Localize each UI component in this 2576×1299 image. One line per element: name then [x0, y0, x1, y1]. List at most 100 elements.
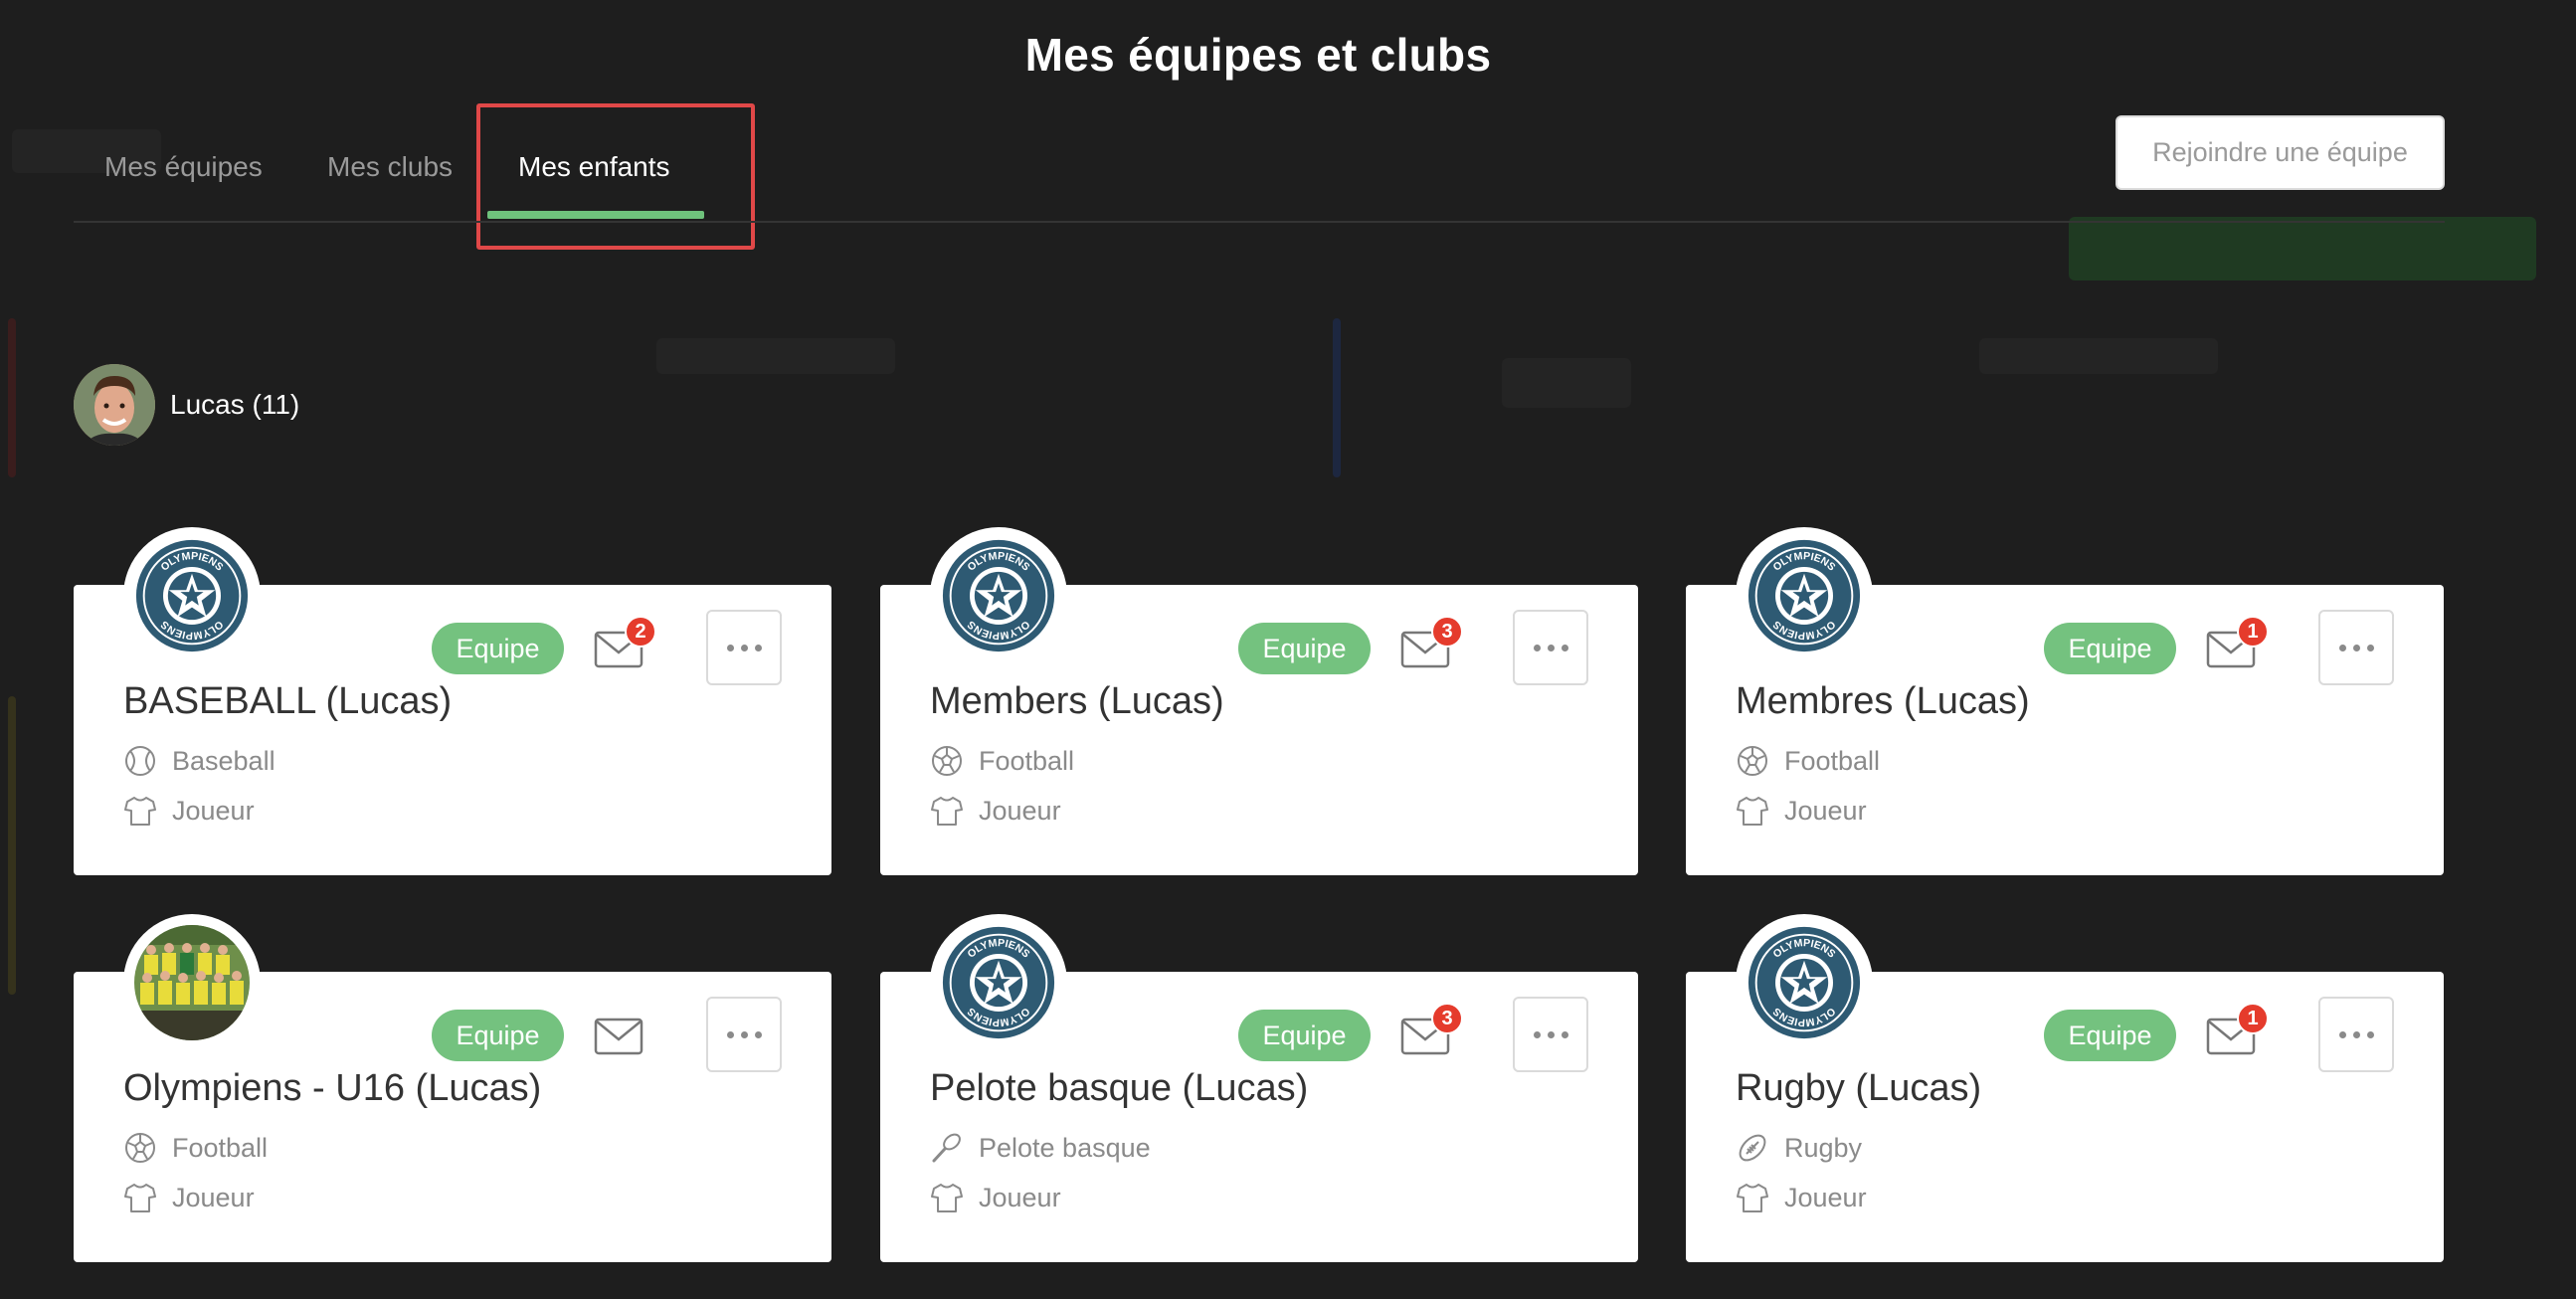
team-logo: OLYMPIENS OLYMPIENS	[930, 527, 1067, 664]
team-card[interactable]: OLYMPIENS OLYMPIENS Equipe 2 BASEBALL (L…	[74, 527, 831, 875]
team-type-badge: Equipe	[2044, 1010, 2176, 1061]
team-logo: OLYMPIENS OLYMPIENS	[123, 527, 261, 664]
mail-icon	[594, 1018, 644, 1055]
role-label: Joueur	[172, 1182, 255, 1212]
team-role: Joueur	[123, 794, 255, 828]
unread-count-badge: 2	[625, 616, 656, 648]
messages-button[interactable]: 3	[1399, 616, 1463, 672]
more-dot	[2352, 1030, 2360, 1038]
messages-button[interactable]: 1	[2205, 616, 2269, 672]
team-logo: OLYMPIENS OLYMPIENS	[1736, 914, 1873, 1051]
more-dot	[2338, 1030, 2346, 1038]
team-card[interactable]: Equipe Olympiens - U16 (Lucas) Football …	[74, 914, 831, 1262]
team-sport: Pelote basque	[930, 1131, 1151, 1165]
more-dot	[1561, 644, 1568, 651]
team-sport: Football	[123, 1131, 268, 1165]
more-dot	[726, 644, 734, 651]
tab-divider	[74, 221, 2445, 223]
messages-button[interactable]: 3	[1399, 1003, 1463, 1059]
more-options-button[interactable]	[1513, 610, 1588, 685]
child-selector[interactable]: Lucas (11)	[74, 364, 299, 446]
messages-button[interactable]: 2	[593, 616, 656, 672]
jersey-icon	[931, 797, 963, 826]
unread-count-badge: 3	[1431, 1003, 1463, 1034]
sport-label: Football	[979, 745, 1075, 776]
tab-mes-clubs[interactable]: Mes clubs	[327, 151, 453, 183]
baseball-icon	[125, 746, 155, 776]
role-label: Joueur	[979, 795, 1061, 826]
unread-count-badge: 3	[1431, 616, 1463, 648]
sport-label: Baseball	[172, 745, 276, 776]
more-dot	[2352, 644, 2360, 651]
more-dot	[1533, 644, 1541, 651]
team-role: Joueur	[930, 1181, 1061, 1214]
more-dot	[1533, 1030, 1541, 1038]
team-name: Members (Lucas)	[930, 680, 1224, 722]
team-card[interactable]: OLYMPIENS OLYMPIENS Equipe 1 Membres (Lu…	[1686, 527, 2444, 875]
olympiens-logo-icon: OLYMPIENS OLYMPIENS	[1748, 926, 1861, 1039]
more-dot	[1561, 1030, 1568, 1038]
join-team-button[interactable]: Rejoindre une équipe	[2116, 115, 2445, 190]
team-role: Joueur	[930, 794, 1061, 828]
team-sport: Rugby	[1736, 1131, 1862, 1165]
team-sport: Football	[930, 744, 1074, 778]
role-label: Joueur	[1784, 795, 1867, 826]
team-role: Joueur	[1736, 794, 1867, 828]
team-name: BASEBALL (Lucas)	[123, 680, 453, 722]
more-dot	[740, 644, 748, 651]
role-label: Joueur	[172, 795, 255, 826]
role-label: Joueur	[979, 1182, 1061, 1212]
team-logo	[123, 914, 261, 1051]
sport-label: Football	[1784, 745, 1881, 776]
role-label: Joueur	[1784, 1182, 1867, 1212]
pelota-icon	[932, 1133, 961, 1163]
team-name: Rugby (Lucas)	[1736, 1067, 1982, 1109]
more-options-button[interactable]	[2318, 610, 2394, 685]
team-name: Pelote basque (Lucas)	[930, 1067, 1309, 1109]
sport-label: Pelote basque	[979, 1132, 1151, 1163]
more-dot	[2366, 1030, 2374, 1038]
team-role: Joueur	[1736, 1181, 1867, 1214]
team-type-badge: Equipe	[432, 1010, 564, 1061]
rugby-icon	[1739, 1134, 1766, 1162]
page-title: Mes équipes et clubs	[1024, 29, 1492, 81]
olympiens-logo-icon: OLYMPIENS OLYMPIENS	[942, 926, 1055, 1039]
unread-count-badge: 1	[2237, 1003, 2269, 1034]
tab-mes-enfants[interactable]: Mes enfants	[518, 151, 670, 183]
jersey-icon	[124, 1184, 156, 1212]
more-options-button[interactable]	[1513, 997, 1588, 1072]
unread-count-badge: 1	[2237, 616, 2269, 648]
messages-button[interactable]: 1	[2205, 1003, 2269, 1059]
team-card[interactable]: OLYMPIENS OLYMPIENS Equipe 1 Rugby (Luca…	[1686, 914, 2444, 1262]
team-sport: Football	[1736, 744, 1880, 778]
team-logo: OLYMPIENS OLYMPIENS	[930, 914, 1067, 1051]
olympiens-logo-icon: OLYMPIENS OLYMPIENS	[942, 539, 1055, 652]
active-tab-indicator	[487, 211, 704, 219]
more-options-button[interactable]	[706, 610, 782, 685]
team-logo: OLYMPIENS OLYMPIENS	[1736, 527, 1873, 664]
more-options-button[interactable]	[706, 997, 782, 1072]
jersey-icon	[1737, 1184, 1768, 1212]
tab-mes-equipes[interactable]: Mes équipes	[104, 151, 263, 183]
more-dot	[754, 1030, 762, 1038]
olympiens-logo-icon: OLYMPIENS OLYMPIENS	[135, 539, 249, 652]
team-type-badge: Equipe	[1238, 623, 1371, 674]
more-dot	[754, 644, 762, 651]
more-dot	[740, 1030, 748, 1038]
more-dot	[2366, 644, 2374, 651]
team-type-badge: Equipe	[1238, 1010, 1371, 1061]
sport-label: Football	[172, 1132, 269, 1163]
jersey-icon	[124, 797, 156, 826]
team-role: Joueur	[123, 1181, 255, 1214]
team-type-badge: Equipe	[432, 623, 564, 674]
team-card[interactable]: OLYMPIENS OLYMPIENS Equipe 3 Pelote basq…	[880, 914, 1638, 1262]
jersey-icon	[1737, 797, 1768, 826]
child-name: Lucas (11)	[170, 389, 300, 420]
more-dot	[1547, 1030, 1555, 1038]
team-name: Membres (Lucas)	[1736, 680, 2030, 722]
avatar	[74, 364, 155, 446]
more-options-button[interactable]	[2318, 997, 2394, 1072]
more-dot	[1547, 644, 1555, 651]
team-card[interactable]: OLYMPIENS OLYMPIENS Equipe 3 Members (Lu…	[880, 527, 1638, 875]
messages-button[interactable]	[593, 1012, 644, 1059]
